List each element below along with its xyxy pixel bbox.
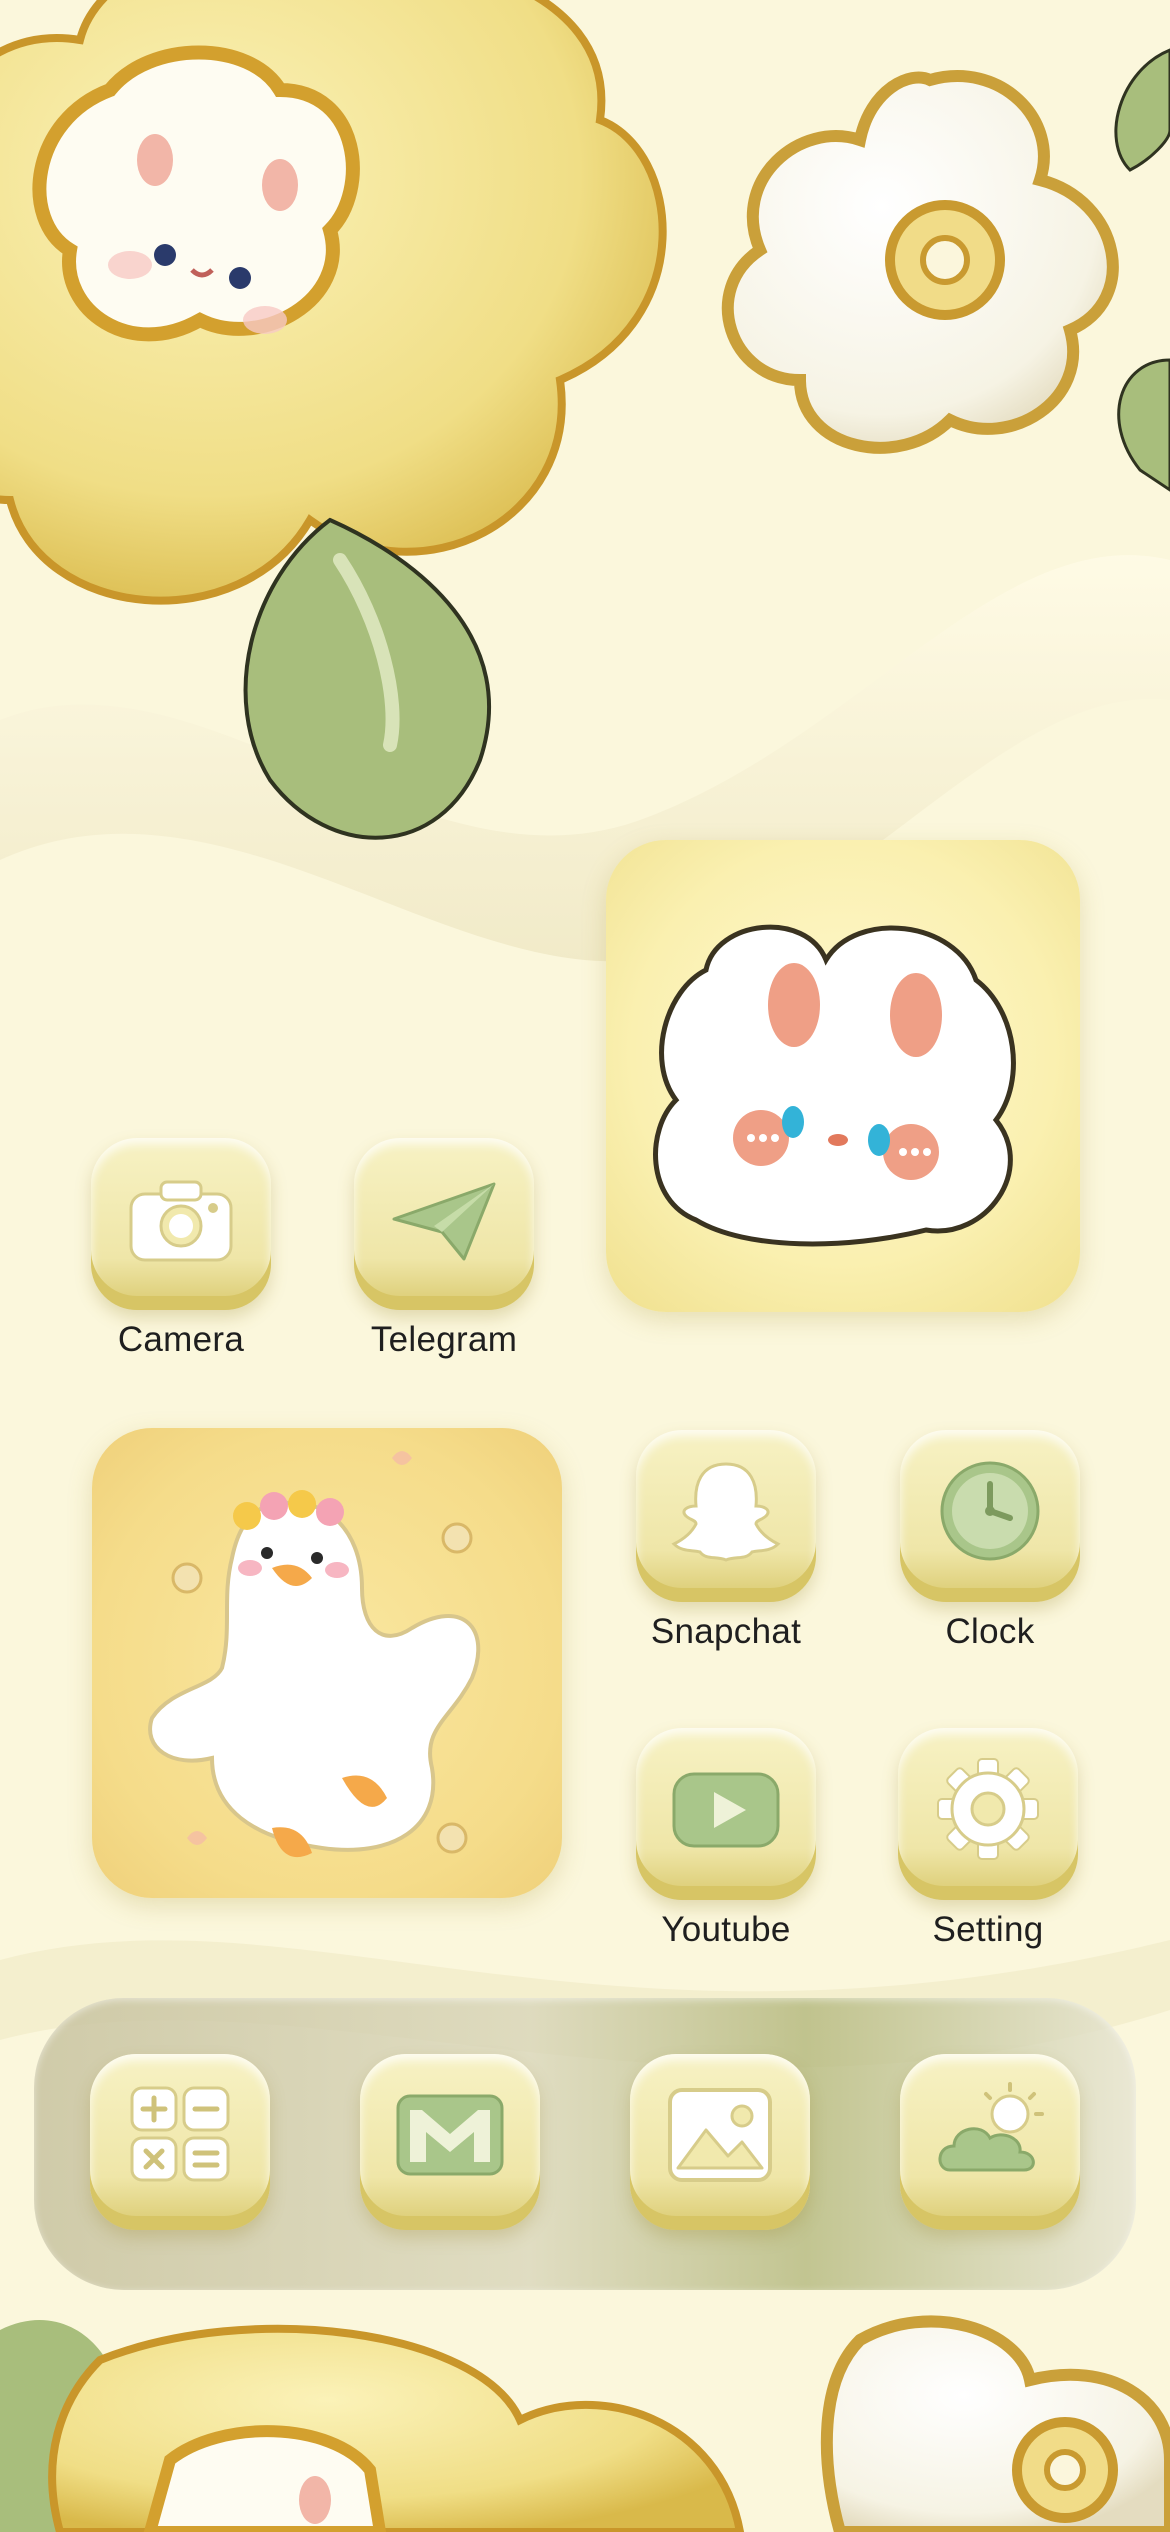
ghost-icon	[671, 1462, 781, 1562]
clock-app-icon[interactable]	[900, 1430, 1080, 1602]
telegram-label: Telegram	[370, 1320, 518, 1359]
setting-label: Setting	[932, 1910, 1044, 1949]
bunny-face-icon	[653, 924, 1016, 1247]
clock-icon	[940, 1461, 1040, 1561]
weather-icon	[938, 2082, 1044, 2172]
snapchat-label: Snapchat	[650, 1612, 802, 1651]
duck-widget[interactable]	[92, 1428, 562, 1898]
gear-icon	[937, 1758, 1039, 1860]
photos-icon	[668, 2088, 772, 2182]
camera-app-icon[interactable]	[91, 1138, 271, 1310]
bunny-face-widget[interactable]	[606, 840, 1080, 1312]
snapchat-app-icon[interactable]	[636, 1430, 816, 1602]
youtube-app-icon[interactable]	[636, 1728, 816, 1900]
dock-photos-icon-tile[interactable]	[630, 2054, 810, 2230]
setting-app-icon[interactable]	[898, 1728, 1078, 1900]
youtube-label: Youtube	[661, 1910, 791, 1949]
dock-weather-icon-tile[interactable]	[900, 2054, 1080, 2230]
telegram-app-icon[interactable]	[354, 1138, 534, 1310]
dock-mail-icon-tile[interactable]	[360, 2054, 540, 2230]
play-icon	[672, 1772, 780, 1848]
camera-icon	[129, 1180, 233, 1262]
dock	[34, 1998, 1136, 2290]
clock-label: Clock	[945, 1612, 1035, 1651]
paper-plane-icon	[392, 1182, 496, 1261]
camera-label: Camera	[117, 1320, 245, 1359]
dock-calculator-icon-tile[interactable]	[90, 2054, 270, 2230]
duck-icon	[148, 1451, 481, 1858]
mail-icon	[396, 2094, 504, 2176]
calculator-icon	[130, 2086, 230, 2182]
